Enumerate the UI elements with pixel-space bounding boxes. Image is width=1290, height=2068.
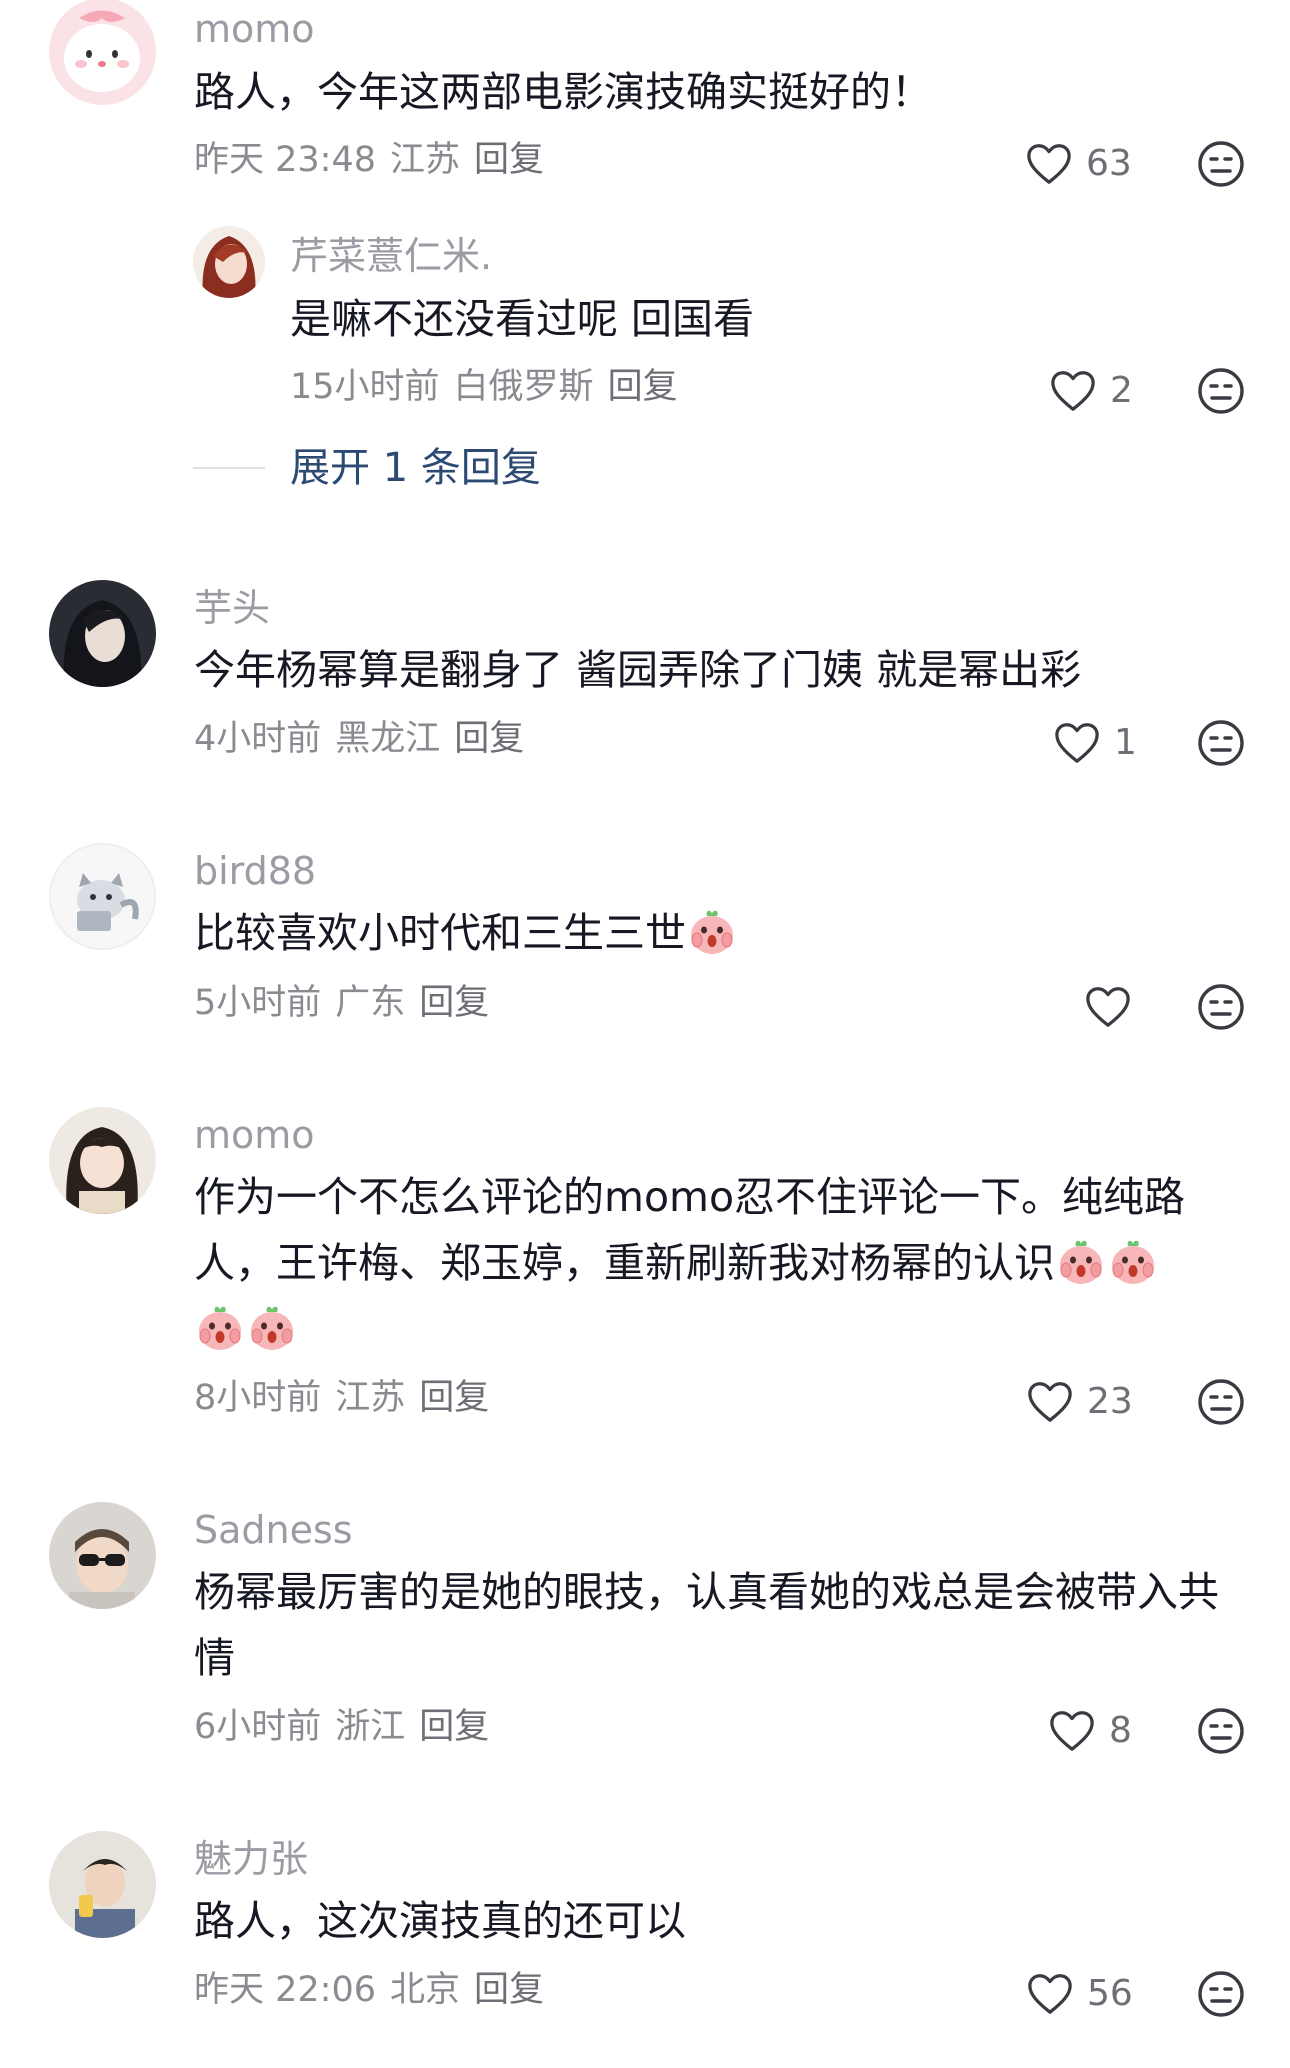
like-count: 1 (1114, 722, 1137, 763)
heart-outline-icon (1049, 1709, 1095, 1753)
avatar[interactable] (49, 1831, 156, 1938)
comment-text: 今年杨幂算是翻身了 酱园弄除了门姨 就是幂出彩 (194, 646, 1082, 694)
comment-location: 黑龙江 (335, 719, 441, 759)
reply-button[interactable]: 回复 (419, 983, 489, 1023)
reply-button[interactable]: 回复 (608, 367, 678, 407)
avatar[interactable] (49, 1107, 156, 1214)
like-button[interactable]: 23 (1027, 1377, 1133, 1427)
comment-time: 昨天 23:48 (194, 140, 376, 180)
like-button[interactable]: 8 (1049, 1706, 1132, 1756)
like-button[interactable]: 56 (1027, 1969, 1133, 2019)
comment-time: 6小时前 (194, 1707, 322, 1747)
comment-text: 比较喜欢小时代和三生三世 (194, 900, 1234, 966)
username[interactable]: momo (194, 10, 315, 48)
comment-location: 广东 (335, 983, 406, 1023)
reply-meta: 15小时前 白俄罗斯 回复 (290, 370, 678, 405)
username[interactable]: momo (194, 1116, 315, 1154)
comment-text: 杨幂最厉害的是她的眼技，认真看她的戏总是会被带入共情 (194, 1568, 1219, 1682)
like-button[interactable]: 1 (1054, 718, 1137, 768)
comment-text: 作为一个不怎么评论的momo忍不住评论一下。纯纯路 人，王许梅、郑玉婷，重新刷新… (194, 1164, 1234, 1362)
comment-time: 8小时前 (194, 1378, 322, 1418)
expand-replies-button[interactable]: 展开 1 条回复 (290, 448, 541, 488)
comment-meta: 4小时前 黑龙江 回复 (194, 722, 524, 757)
avatar[interactable] (49, 843, 156, 950)
avatar[interactable] (49, 0, 156, 105)
reply-button[interactable]: 回复 (474, 140, 544, 180)
comment-location: 北京 (390, 1970, 461, 2010)
username[interactable]: Sadness (194, 1511, 353, 1549)
comment-time: 4小时前 (194, 719, 322, 759)
meh-face-icon[interactable] (1197, 140, 1245, 188)
like-count: 23 (1087, 1381, 1133, 1422)
meh-face-icon[interactable] (1197, 983, 1245, 1031)
avatar[interactable] (49, 580, 156, 687)
comment-text-content: 比较喜欢小时代和三生三世 (194, 909, 686, 957)
reply-button[interactable]: 回复 (419, 1378, 489, 1418)
reply-location: 白俄罗斯 (453, 367, 594, 407)
username[interactable]: 芋头 (194, 589, 270, 627)
comment-location: 江苏 (335, 1378, 406, 1418)
comment-meta: 8小时前 江苏 回复 (194, 1381, 489, 1416)
like-button[interactable] (1085, 982, 1131, 1032)
heart-outline-icon (1054, 721, 1100, 765)
meh-face-icon[interactable] (1197, 367, 1245, 415)
shocked-peach-emoji (687, 907, 737, 957)
meh-face-icon[interactable] (1197, 1378, 1245, 1426)
comment-text-line: 人，王许梅、郑玉婷，重新刷新我对杨幂的认识 (194, 1230, 1234, 1296)
like-button[interactable]: 2 (1050, 366, 1133, 416)
comment-text: 路人，今年这两部电影演技确实挺好的！ (194, 68, 932, 116)
heart-outline-icon (1085, 985, 1131, 1029)
heart-outline-icon (1050, 369, 1096, 413)
heart-outline-icon (1027, 1972, 1073, 2016)
expand-divider (193, 467, 265, 469)
comment-text-line: 作为一个不怎么评论的momo忍不住评论一下。纯纯路 (194, 1173, 1186, 1221)
meh-face-icon[interactable] (1197, 1707, 1245, 1755)
comment-time: 昨天 22:06 (194, 1970, 376, 2010)
reply-avatar[interactable] (193, 226, 265, 298)
comment-meta: 5小时前 广东 回复 (194, 986, 489, 1021)
username[interactable]: 魅力张 (194, 1840, 308, 1878)
comment-meta: 昨天 23:48 江苏 回复 (194, 143, 544, 178)
meh-face-icon[interactable] (1197, 1970, 1245, 2018)
like-count: 56 (1087, 1973, 1133, 2014)
like-count: 2 (1110, 370, 1133, 411)
shocked-peach-emoji (1108, 1237, 1158, 1287)
shocked-peach-emoji (1056, 1237, 1106, 1287)
comment-location: 江苏 (390, 140, 461, 180)
comment-meta: 昨天 22:06 北京 回复 (194, 1973, 544, 2008)
comment-meta: 6小时前 浙江 回复 (194, 1710, 489, 1745)
reply-time: 15小时前 (290, 367, 440, 407)
like-count: 8 (1109, 1710, 1132, 1751)
like-button[interactable]: 63 (1026, 139, 1132, 189)
meh-face-icon[interactable] (1197, 719, 1245, 767)
comment-text: 路人，这次演技真的还可以 (194, 1897, 686, 1945)
username[interactable]: bird88 (194, 852, 316, 890)
like-count: 63 (1086, 143, 1132, 184)
reply-button[interactable]: 回复 (454, 719, 524, 759)
comment-emoji-line (194, 1296, 1234, 1362)
avatar[interactable] (49, 1502, 156, 1609)
heart-outline-icon (1027, 1380, 1073, 1424)
reply-button[interactable]: 回复 (474, 1970, 544, 2010)
shocked-peach-emoji (195, 1303, 245, 1353)
reply-button[interactable]: 回复 (419, 1707, 489, 1747)
comment-location: 浙江 (335, 1707, 406, 1747)
heart-outline-icon (1026, 142, 1072, 186)
reply-username[interactable]: 芹菜薏仁米. (290, 237, 492, 275)
comment-time: 5小时前 (194, 983, 322, 1023)
reply-text: 是嘛不还没看过呢 回国看 (290, 295, 755, 343)
shocked-peach-emoji (247, 1303, 297, 1353)
